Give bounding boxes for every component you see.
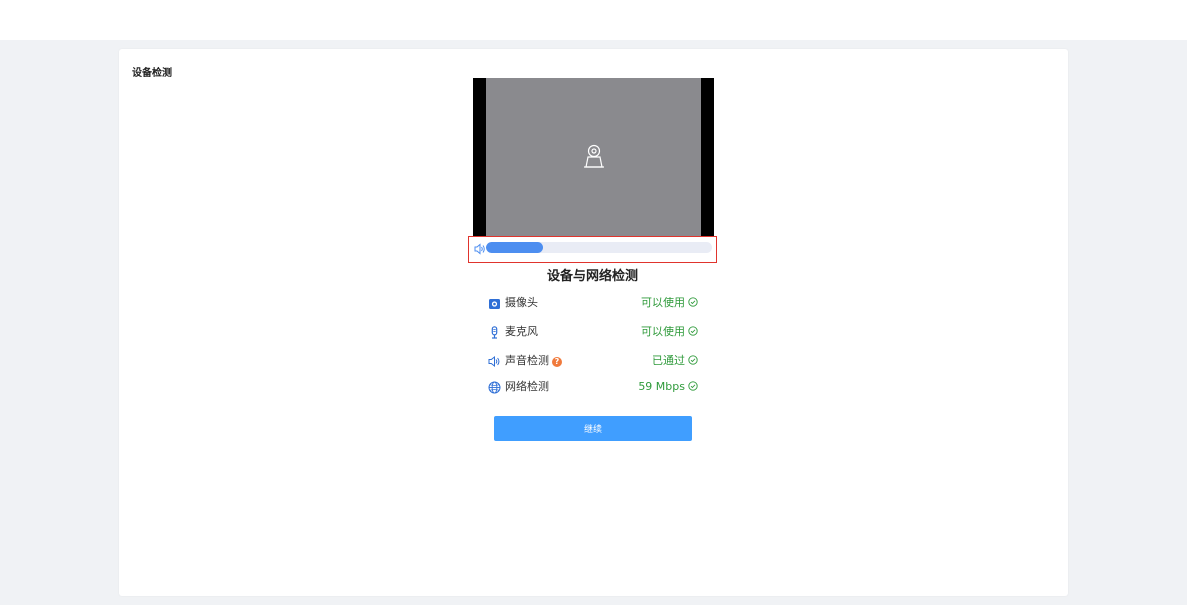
check-status-network: 59 Mbps [638,380,698,394]
check-circle-icon [688,355,698,365]
check-label-sound: 声音检测? [505,354,562,368]
volume-meter [468,236,717,263]
check-row-camera: 摄像头 可以使用 [488,296,698,312]
check-status-microphone: 可以使用 [641,325,698,339]
volume-level-fill [486,242,543,253]
card-title: 设备检测 [132,68,172,79]
device-check-card: 设备检测 设备与网络检测 摄像头 可以使用 麦克风 可以使用 声音检测 ? 已通… [119,49,1068,596]
check-status-sound: 已通过 [652,354,698,368]
microphone-icon [491,326,498,339]
check-row-sound: 声音检测? 已通过 [488,354,698,370]
help-icon[interactable]: ? [552,357,562,367]
webcam-icon [584,144,604,168]
speaker-icon [488,355,500,368]
check-circle-icon [688,297,698,307]
camera-icon [489,299,500,309]
volume-track [486,242,712,253]
check-row-network: 网络检测 59 Mbps [488,380,698,396]
check-status-camera: 可以使用 [641,296,698,310]
check-row-microphone: 麦克风 可以使用 [488,325,698,341]
check-label-camera: 摄像头 [505,296,538,309]
section-title: 设备与网络检测 [546,269,638,284]
check-label-microphone: 麦克风 [505,325,538,338]
camera-preview [473,78,714,237]
camera-preview-placeholder [486,78,701,237]
check-label-network: 网络检测 [505,380,549,393]
continue-button[interactable]: 继续 [494,416,692,441]
globe-icon [488,381,501,394]
check-circle-icon [688,326,698,336]
speaker-icon [474,243,485,255]
check-circle-icon [688,381,698,391]
